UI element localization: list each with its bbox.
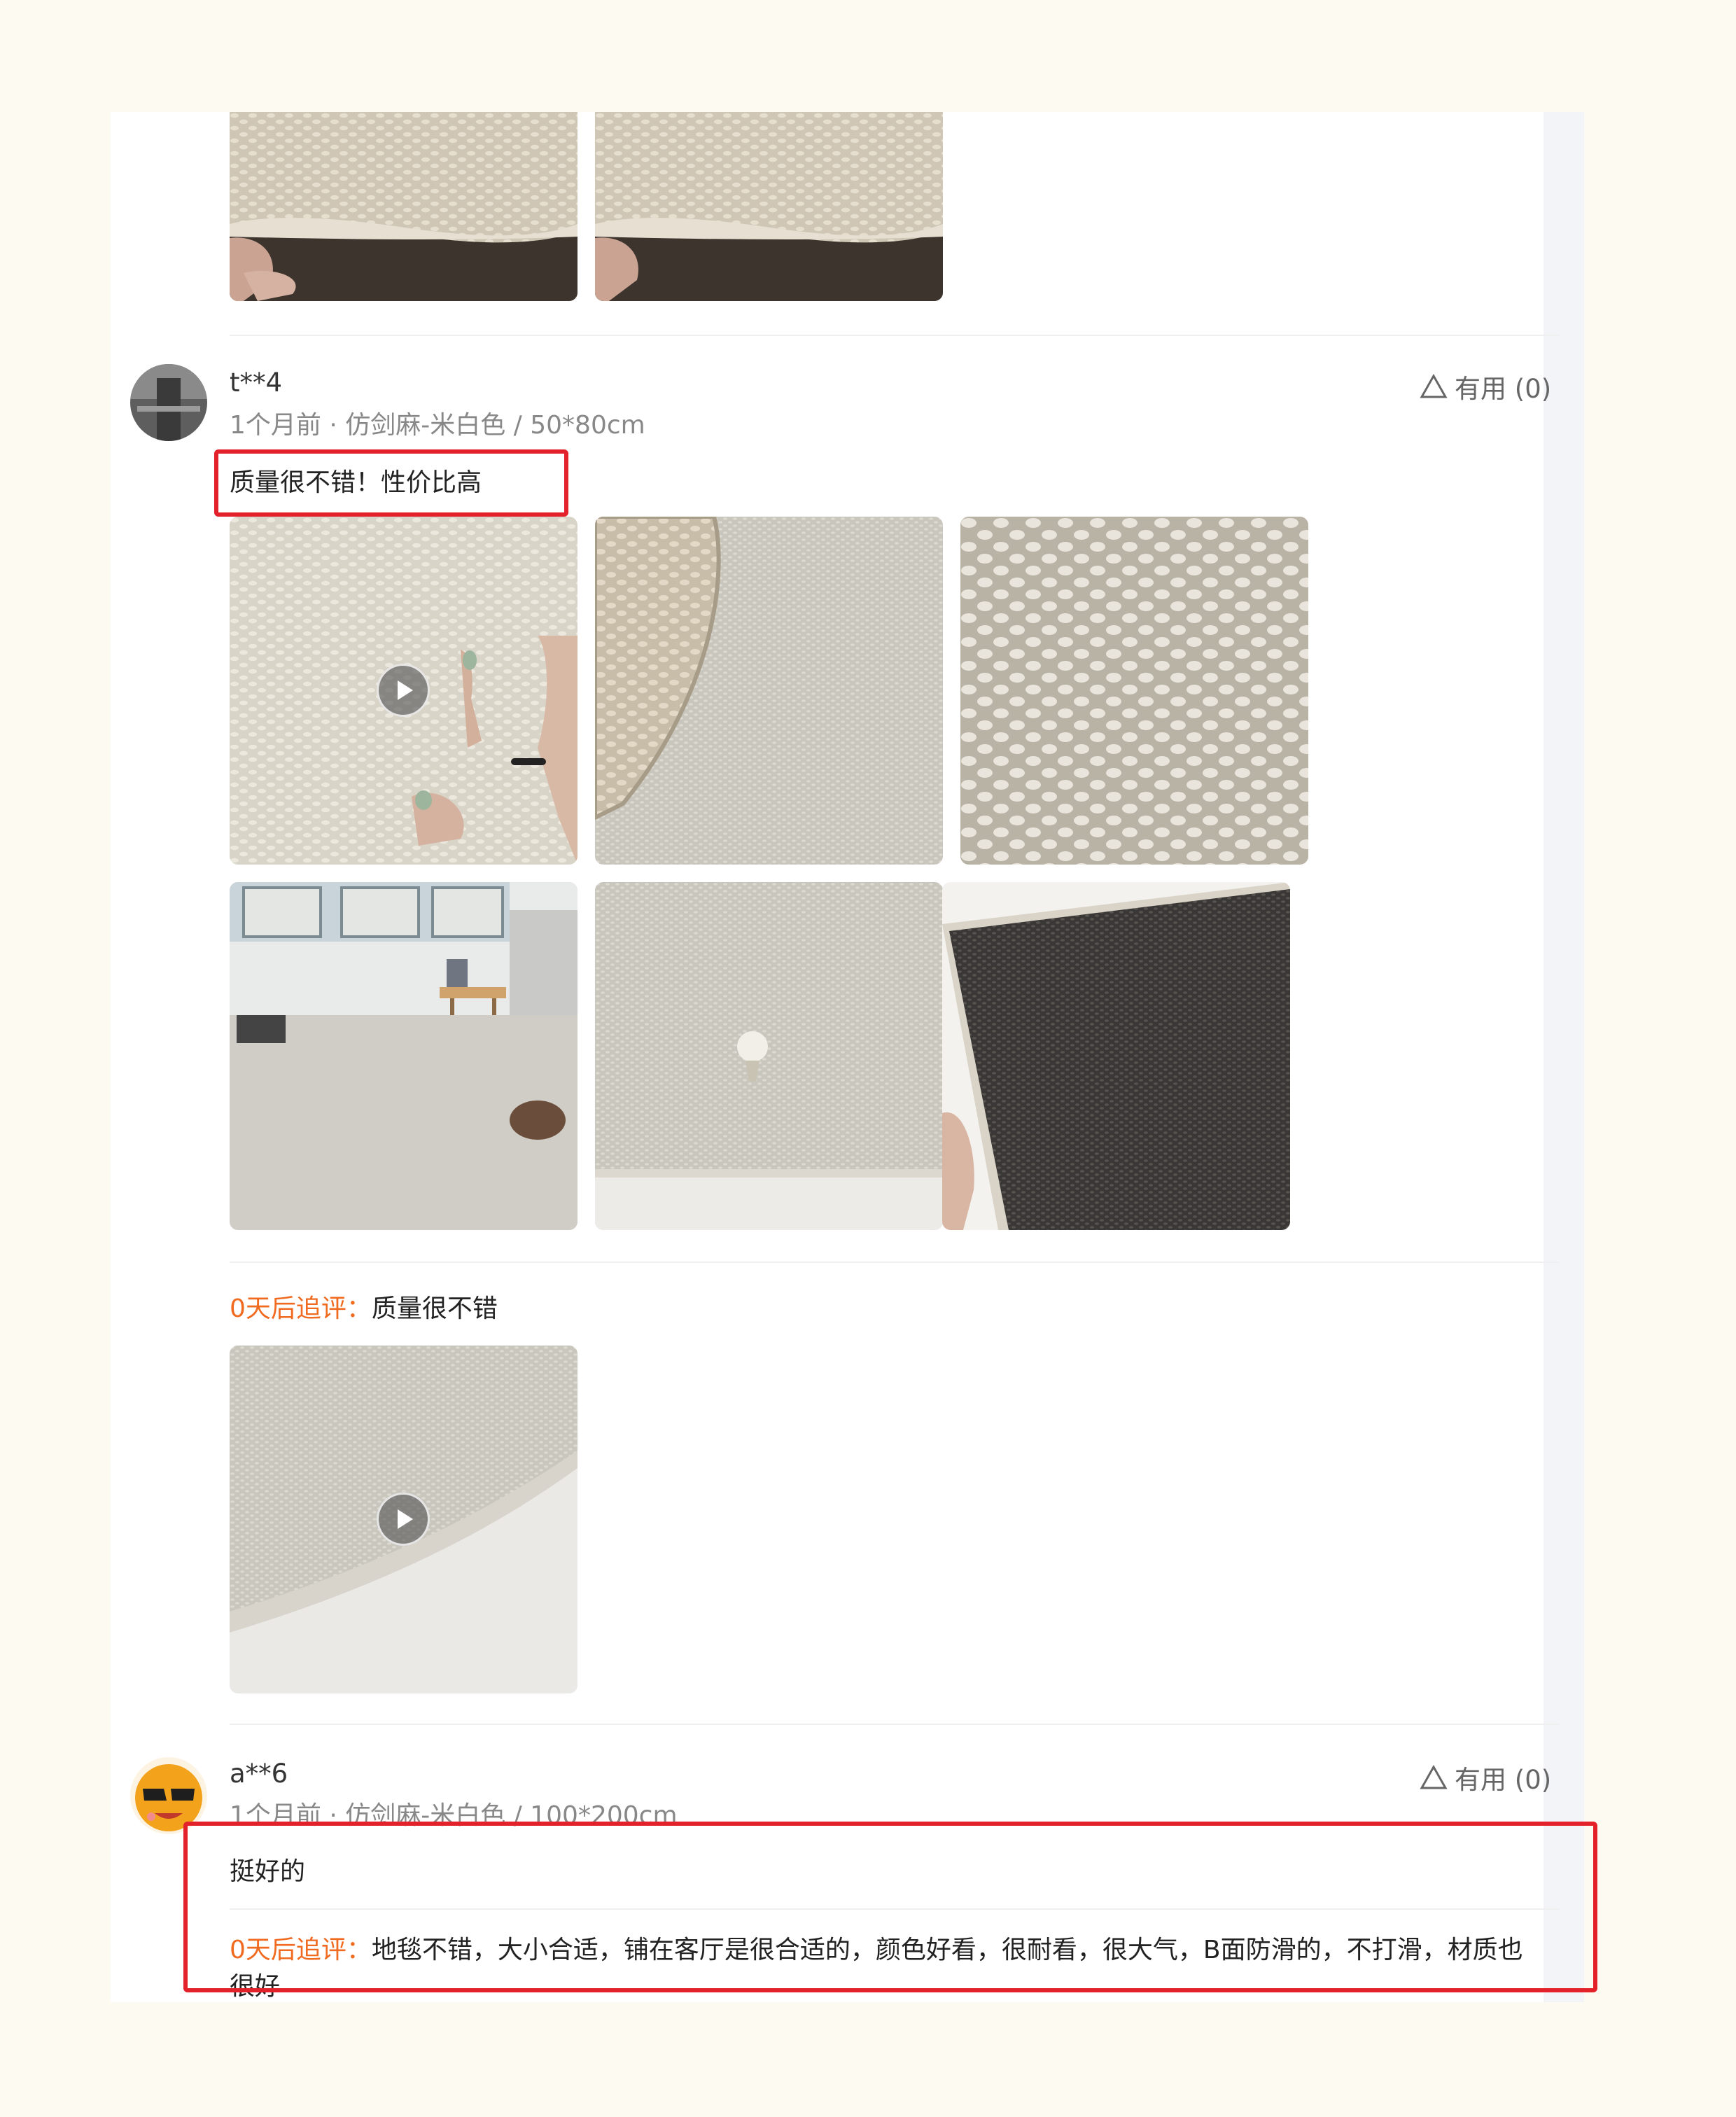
review-video-thumbnail[interactable] xyxy=(230,1346,578,1693)
reviewer-name: a**6 xyxy=(230,1759,288,1789)
triangle-outline-icon xyxy=(1420,374,1448,399)
review-image[interactable] xyxy=(230,112,578,301)
review-image[interactable] xyxy=(230,882,578,1230)
divider xyxy=(230,1724,1560,1725)
helpful-button[interactable]: 有用 (0) xyxy=(1420,1759,1551,1796)
play-icon[interactable] xyxy=(377,664,430,717)
helpful-label: 有用 (0) xyxy=(1455,1765,1552,1795)
helpful-label: 有用 (0) xyxy=(1455,374,1552,404)
review-meta: 1个月前 · 仿剑麻-米白色 / 50*80cm xyxy=(230,411,645,440)
avatar[interactable] xyxy=(130,364,207,441)
review-video-thumbnail[interactable] xyxy=(230,517,578,865)
review-text: 质量很不错！性价比高 xyxy=(230,468,482,497)
follow-up-text: 质量很不错 xyxy=(371,1294,498,1323)
helpful-button[interactable]: 有用 (0) xyxy=(1420,368,1551,405)
review-image[interactable] xyxy=(595,882,943,1230)
divider xyxy=(230,1262,1560,1263)
review-list-panel: t**4 1个月前 · 仿剑麻-米白色 / 50*80cm 有用 (0) 质量很… xyxy=(111,112,1584,2002)
play-icon[interactable] xyxy=(377,1493,430,1546)
divider xyxy=(230,335,1560,336)
reviewer-name: t**4 xyxy=(230,368,283,398)
highlight-box xyxy=(183,1822,1597,1992)
review-image[interactable] xyxy=(595,517,943,865)
review-image[interactable] xyxy=(960,517,1308,865)
follow-up-review: 0天后追评：质量很不错 xyxy=(230,1288,498,1325)
review-image[interactable] xyxy=(942,882,1290,1230)
follow-up-label: 0天后追评： xyxy=(230,1294,372,1323)
triangle-outline-icon xyxy=(1420,1765,1448,1790)
review-image[interactable] xyxy=(595,112,943,301)
